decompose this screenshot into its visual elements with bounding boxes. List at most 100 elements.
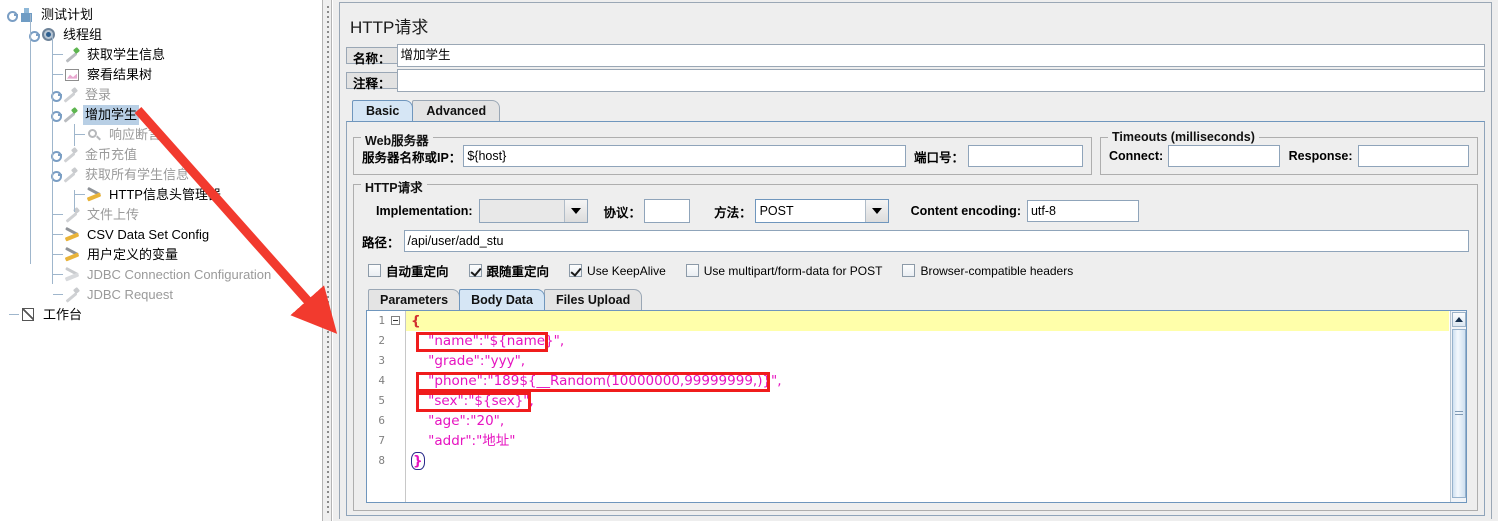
method-label: 方法：: [714, 205, 752, 220]
comment-input[interactable]: [396, 69, 1485, 92]
tree-node-label: 响应断言: [109, 126, 162, 142]
tree-node[interactable]: 登录: [0, 84, 322, 104]
checkbox-box[interactable]: [368, 264, 381, 277]
tree-node[interactable]: JDBC Connection Configuration: [0, 264, 322, 284]
editor-gutter: 1 2 3 4 5 6 7 8: [367, 311, 406, 502]
code-line[interactable]: "age":"20",: [406, 411, 1449, 431]
tree-node[interactable]: 线程组: [0, 24, 322, 44]
code-line-text: }: [411, 452, 425, 470]
tree-node[interactable]: 测试计划: [0, 4, 322, 24]
checkbox-option[interactable]: 跟随重定向: [468, 261, 549, 280]
checkbox-option[interactable]: Browser-compatible headers: [902, 264, 1073, 278]
checkbox-option[interactable]: Use KeepAlive: [569, 264, 666, 278]
path-input[interactable]: /api/user/add_stu: [403, 230, 1469, 252]
tools-icon: [64, 227, 82, 243]
test-plan-tree[interactable]: 测试计划线程组 获取学生信息察看结果树登录增加学生 响应断言金币充值 获取所有学生信息…: [0, 0, 322, 324]
editor-vertical-scrollbar[interactable]: [1450, 311, 1466, 502]
tree-connector: [30, 14, 31, 264]
tree-node[interactable]: 察看结果树: [0, 64, 322, 84]
code-line-text: "age":"20",: [411, 413, 505, 429]
protocol-label: 协议：: [603, 205, 642, 220]
line-number: 2: [378, 334, 385, 347]
implementation-select[interactable]: [478, 199, 588, 223]
checkbox-label: Use multipart/form-data for POST: [703, 263, 883, 278]
checkbox-option[interactable]: Use multipart/form-data for POST: [685, 263, 883, 278]
pipette-icon-disabled: [62, 87, 80, 103]
checkbox-box[interactable]: [569, 264, 583, 277]
tree-node-label: 测试计划: [41, 6, 94, 22]
checkbox-label: Use KeepAlive: [587, 263, 666, 278]
tree-node-label: 登录: [85, 86, 112, 102]
tools-icon: [86, 187, 104, 203]
pipette-icon-disabled: [64, 287, 82, 303]
tree-node[interactable]: 工作台: [0, 304, 322, 324]
line-number: 6: [378, 414, 385, 427]
tree-node[interactable]: 用户定义的变量: [0, 244, 322, 264]
tree-node[interactable]: 金币充值: [0, 144, 322, 164]
tab-body-data[interactable]: Body Data: [459, 289, 545, 310]
body-data-editor[interactable]: 1 2 3 4 5 6 7 8 { "name":"${name}", "grade":"yy…: [366, 310, 1467, 503]
port-label: 端口号：: [913, 150, 964, 165]
tree-node[interactable]: 获取所有学生信息: [0, 164, 322, 184]
basic-tab-body: Web服务器 服务器名称或IP： ${host} 端口号： Timeouts (…: [346, 121, 1485, 516]
checkbox-box[interactable]: [685, 264, 699, 277]
tree-node[interactable]: 获取学生信息: [0, 44, 322, 64]
pipette-icon: [62, 107, 80, 123]
checkbox-label: 自动重定向: [386, 265, 449, 279]
method-value: POST: [759, 204, 794, 218]
code-line[interactable]: "sex":"${sex}",: [406, 391, 1449, 411]
tree-node-label: 察看结果树: [87, 66, 153, 82]
name-label: 名称：: [346, 47, 397, 66]
code-line[interactable]: }: [406, 451, 1449, 471]
code-line-text: "sex":"${sex}",: [411, 393, 534, 409]
pipette-icon-disabled: [64, 207, 82, 223]
code-fold-icon[interactable]: [391, 316, 400, 325]
code-line[interactable]: "addr":"地址": [406, 431, 1449, 451]
editor-code-area[interactable]: { "name":"${name}", "grade":"yyy", "phon…: [406, 311, 1449, 502]
http-request-group: HTTP请求 Implementation: 协议： 方法： POST Cont…: [353, 177, 1478, 511]
port-input[interactable]: [968, 145, 1083, 167]
page-title: HTTP请求: [350, 18, 429, 37]
tree-node[interactable]: JDBC Request: [0, 284, 322, 304]
protocol-input[interactable]: [644, 199, 691, 223]
server-input[interactable]: ${host}: [463, 145, 906, 167]
tab-files-upload[interactable]: Files Upload: [543, 289, 643, 310]
connect-input[interactable]: [1168, 145, 1280, 167]
method-select[interactable]: POST: [754, 199, 889, 223]
test-plan-tree-panel[interactable]: 测试计划线程组 获取学生信息察看结果树登录增加学生 响应断言金币充值 获取所有学生信息…: [0, 0, 323, 521]
checkbox-box[interactable]: [468, 264, 482, 277]
tab-basic[interactable]: Basic: [352, 100, 414, 121]
tree-branch-line: [50, 285, 64, 305]
http-options-checkboxes[interactable]: 自动重定向 跟随重定向 Use KeepAlive Use multipart/for…: [362, 261, 1469, 280]
tree-node[interactable]: 增加学生: [0, 104, 322, 125]
checkbox-option[interactable]: 自动重定向: [368, 261, 449, 280]
line-number: 8: [378, 454, 385, 467]
tree-node[interactable]: HTTP信息头管理器: [0, 184, 322, 204]
checkbox-box[interactable]: [902, 264, 916, 277]
code-line[interactable]: {: [406, 311, 1449, 331]
tab-advanced[interactable]: Advanced: [412, 100, 501, 121]
timeouts-group-title: Timeouts (milliseconds): [1108, 130, 1259, 144]
code-line[interactable]: "name":"${name}",: [406, 331, 1449, 351]
split-pane-divider[interactable]: [322, 0, 332, 521]
tree-connector: [74, 190, 75, 212]
name-input[interactable]: 增加学生: [396, 44, 1485, 67]
http-request-group-title: HTTP请求: [361, 177, 427, 196]
tree-expand-handle[interactable]: [6, 9, 18, 23]
tree-node[interactable]: 文件上传: [0, 204, 322, 224]
line-number: 7: [378, 434, 385, 447]
code-line[interactable]: "grade":"yyy",: [406, 351, 1449, 371]
path-label: 路径：: [362, 235, 400, 250]
tree-node[interactable]: CSV Data Set Config: [0, 224, 322, 244]
response-input[interactable]: [1357, 145, 1470, 167]
data-tab-bar[interactable]: Parameters Body Data Files Upload: [368, 289, 1469, 310]
scrollbar-thumb[interactable]: [1452, 329, 1466, 498]
content-encoding-input[interactable]: utf-8: [1026, 200, 1139, 222]
code-line[interactable]: "phone":"189${__Random(10000000,99999999…: [406, 371, 1449, 391]
line-number: 1: [378, 314, 385, 327]
scroll-up-icon[interactable]: [1452, 312, 1466, 327]
tree-node[interactable]: 响应断言: [0, 124, 322, 144]
main-tab-bar[interactable]: Basic Advanced: [352, 100, 1491, 121]
web-server-group-title: Web服务器: [361, 130, 433, 149]
tab-parameters[interactable]: Parameters: [368, 289, 461, 310]
